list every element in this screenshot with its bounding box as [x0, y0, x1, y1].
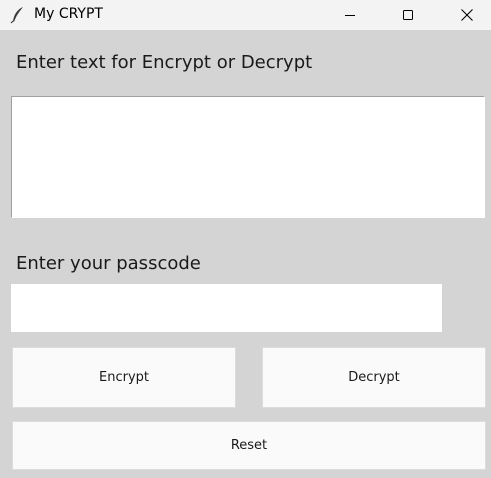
title-bar[interactable]: My CRYPT [0, 0, 491, 30]
passcode-label: Enter your passcode [16, 253, 201, 274]
close-button[interactable] [444, 0, 490, 30]
text-input-label: Enter text for Encrypt or Decrypt [16, 52, 313, 73]
close-icon [461, 9, 473, 21]
maximize-button[interactable] [385, 0, 431, 30]
decrypt-button[interactable]: Decrypt [262, 347, 486, 408]
minimize-button[interactable] [327, 0, 373, 30]
window-title: My CRYPT [34, 6, 103, 22]
maximize-icon [403, 10, 413, 20]
minimize-icon [345, 15, 355, 16]
text-input-area[interactable] [11, 96, 485, 218]
feather-icon [10, 7, 23, 24]
app-window: My CRYPT Enter text for Encrypt or Decry… [0, 0, 491, 478]
passcode-field[interactable] [11, 284, 442, 332]
reset-button[interactable]: Reset [12, 421, 486, 470]
encrypt-button[interactable]: Encrypt [12, 347, 236, 408]
